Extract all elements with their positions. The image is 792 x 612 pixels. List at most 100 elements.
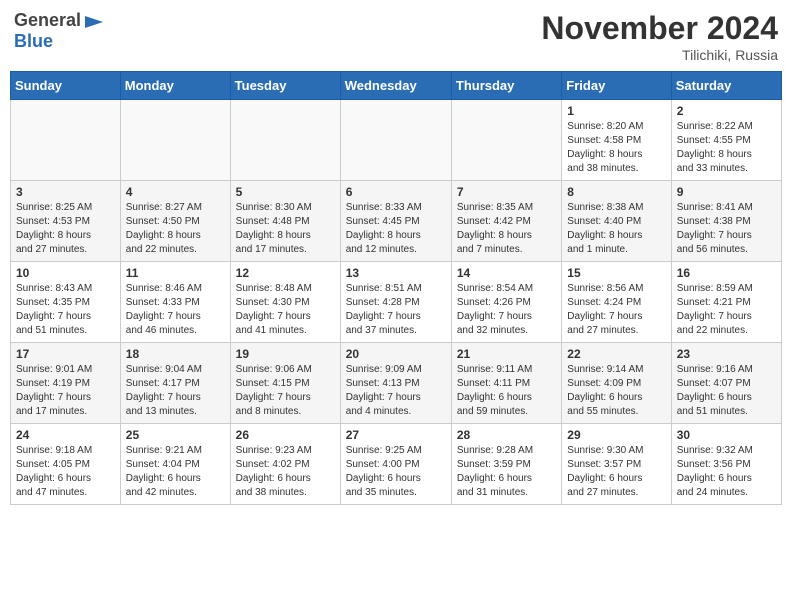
day-info: Sunrise: 8:41 AM Sunset: 4:38 PM Dayligh… (677, 201, 776, 257)
day-info: Sunrise: 9:21 AM Sunset: 4:04 PM Dayligh… (126, 444, 225, 500)
calendar-cell (120, 100, 230, 181)
calendar-cell (451, 100, 561, 181)
day-info: Sunrise: 8:25 AM Sunset: 4:53 PM Dayligh… (16, 201, 115, 257)
logo-text: General Blue (14, 10, 81, 52)
day-number: 18 (126, 347, 225, 361)
day-info: Sunrise: 9:04 AM Sunset: 4:17 PM Dayligh… (126, 363, 225, 419)
day-info: Sunrise: 8:30 AM Sunset: 4:48 PM Dayligh… (236, 201, 335, 257)
calendar-week-5: 24 Sunrise: 9:18 AM Sunset: 4:05 PM Dayli… (11, 424, 782, 505)
day-number: 16 (677, 266, 776, 280)
day-number: 29 (567, 428, 665, 442)
calendar-cell: 20Sunrise: 9:09 AM Sunset: 4:13 PM Dayli… (340, 343, 451, 424)
logo-general: General (14, 10, 81, 31)
calendar-cell: 1Sunrise: 8:20 AM Sunset: 4:58 PM Daylig… (562, 100, 671, 181)
day-info: Sunrise: 9:23 AM Sunset: 4:02 PM Dayligh… (236, 444, 335, 500)
day-number: 23 (677, 347, 776, 361)
weekday-row: SundayMondayTuesdayWednesdayThursdayFrid… (11, 72, 782, 100)
day-info: Sunrise: 9:11 AM Sunset: 4:11 PM Dayligh… (457, 363, 556, 419)
day-info: Sunrise: 8:54 AM Sunset: 4:26 PM Dayligh… (457, 282, 556, 338)
day-number: 11 (126, 266, 225, 280)
calendar-week-2: 3 Sunrise: 8:25 AM Sunset: 4:53 PM Daylig… (11, 181, 782, 262)
calendar-cell: 9 Sunrise: 8:41 AM Sunset: 4:38 PM Daylig… (671, 181, 781, 262)
calendar-cell: 11 Sunrise: 8:46 AM Sunset: 4:33 PM Dayli… (120, 262, 230, 343)
calendar-cell: 19 Sunrise: 9:06 AM Sunset: 4:15 PM Dayli… (230, 343, 340, 424)
day-number: 28 (457, 428, 556, 442)
calendar-cell: 12 Sunrise: 8:48 AM Sunset: 4:30 PM Dayli… (230, 262, 340, 343)
day-number: 6 (346, 185, 446, 199)
calendar-cell: 2Sunrise: 8:22 AM Sunset: 4:55 PM Daylig… (671, 100, 781, 181)
page-header: General Blue November 2024 Tilichiki, Ru… (10, 10, 782, 63)
calendar-week-3: 10 Sunrise: 8:43 AM Sunset: 4:35 PM Dayli… (11, 262, 782, 343)
day-info: Sunrise: 8:59 AM Sunset: 4:21 PM Dayligh… (677, 282, 776, 338)
day-info: Sunrise: 8:27 AM Sunset: 4:50 PM Dayligh… (126, 201, 225, 257)
calendar-cell: 26 Sunrise: 9:23 AM Sunset: 4:02 PM Dayli… (230, 424, 340, 505)
calendar-cell: 10 Sunrise: 8:43 AM Sunset: 4:35 PM Dayli… (11, 262, 121, 343)
day-number: 7 (457, 185, 556, 199)
weekday-header-sunday: Sunday (11, 72, 121, 100)
calendar-cell: 5 Sunrise: 8:30 AM Sunset: 4:48 PM Daylig… (230, 181, 340, 262)
calendar-cell: 3 Sunrise: 8:25 AM Sunset: 4:53 PM Daylig… (11, 181, 121, 262)
day-number: 14 (457, 266, 556, 280)
day-info: Sunrise: 8:46 AM Sunset: 4:33 PM Dayligh… (126, 282, 225, 338)
day-number: 24 (16, 428, 115, 442)
calendar-cell: 4 Sunrise: 8:27 AM Sunset: 4:50 PM Daylig… (120, 181, 230, 262)
calendar-cell: 13Sunrise: 8:51 AM Sunset: 4:28 PM Dayli… (340, 262, 451, 343)
day-number: 17 (16, 347, 115, 361)
day-info: Sunrise: 8:33 AM Sunset: 4:45 PM Dayligh… (346, 201, 446, 257)
calendar-cell: 8Sunrise: 8:38 AM Sunset: 4:40 PM Daylig… (562, 181, 671, 262)
day-number: 27 (346, 428, 446, 442)
weekday-header-thursday: Thursday (451, 72, 561, 100)
day-info: Sunrise: 9:06 AM Sunset: 4:15 PM Dayligh… (236, 363, 335, 419)
day-info: Sunrise: 9:18 AM Sunset: 4:05 PM Dayligh… (16, 444, 115, 500)
day-info: Sunrise: 8:20 AM Sunset: 4:58 PM Dayligh… (567, 120, 665, 176)
day-info: Sunrise: 8:48 AM Sunset: 4:30 PM Dayligh… (236, 282, 335, 338)
day-number: 26 (236, 428, 335, 442)
day-number: 30 (677, 428, 776, 442)
day-info: Sunrise: 8:43 AM Sunset: 4:35 PM Dayligh… (16, 282, 115, 338)
calendar-cell: 15Sunrise: 8:56 AM Sunset: 4:24 PM Dayli… (562, 262, 671, 343)
day-number: 10 (16, 266, 115, 280)
day-number: 4 (126, 185, 225, 199)
day-number: 2 (677, 104, 776, 118)
calendar-cell: 22Sunrise: 9:14 AM Sunset: 4:09 PM Dayli… (562, 343, 671, 424)
calendar-cell: 18 Sunrise: 9:04 AM Sunset: 4:17 PM Dayli… (120, 343, 230, 424)
day-info: Sunrise: 9:30 AM Sunset: 3:57 PM Dayligh… (567, 444, 665, 500)
calendar-cell: 27 Sunrise: 9:25 AM Sunset: 4:00 PM Dayli… (340, 424, 451, 505)
weekday-header-monday: Monday (120, 72, 230, 100)
day-number: 9 (677, 185, 776, 199)
calendar-cell: 23Sunrise: 9:16 AM Sunset: 4:07 PM Dayli… (671, 343, 781, 424)
calendar-cell: 24 Sunrise: 9:18 AM Sunset: 4:05 PM Dayli… (11, 424, 121, 505)
title-block: November 2024 Tilichiki, Russia (541, 10, 778, 63)
weekday-header-wednesday: Wednesday (340, 72, 451, 100)
day-info: Sunrise: 9:09 AM Sunset: 4:13 PM Dayligh… (346, 363, 446, 419)
logo: General Blue (14, 10, 105, 52)
day-info: Sunrise: 8:51 AM Sunset: 4:28 PM Dayligh… (346, 282, 446, 338)
calendar-cell (230, 100, 340, 181)
day-number: 5 (236, 185, 335, 199)
day-number: 3 (16, 185, 115, 199)
calendar-header: SundayMondayTuesdayWednesdayThursdayFrid… (11, 72, 782, 100)
calendar-cell: 29 Sunrise: 9:30 AM Sunset: 3:57 PM Dayli… (562, 424, 671, 505)
calendar-cell: 16 Sunrise: 8:59 AM Sunset: 4:21 PM Dayli… (671, 262, 781, 343)
calendar-cell: 25Sunrise: 9:21 AM Sunset: 4:04 PM Dayli… (120, 424, 230, 505)
weekday-header-saturday: Saturday (671, 72, 781, 100)
day-number: 12 (236, 266, 335, 280)
calendar-cell: 21Sunrise: 9:11 AM Sunset: 4:11 PM Dayli… (451, 343, 561, 424)
calendar-cell (340, 100, 451, 181)
day-info: Sunrise: 9:32 AM Sunset: 3:56 PM Dayligh… (677, 444, 776, 500)
calendar-cell: 7 Sunrise: 8:35 AM Sunset: 4:42 PM Daylig… (451, 181, 561, 262)
day-info: Sunrise: 9:14 AM Sunset: 4:09 PM Dayligh… (567, 363, 665, 419)
calendar-cell: 6 Sunrise: 8:33 AM Sunset: 4:45 PM Daylig… (340, 181, 451, 262)
day-info: Sunrise: 9:28 AM Sunset: 3:59 PM Dayligh… (457, 444, 556, 500)
logo-icon (83, 14, 105, 39)
calendar-cell: 30 Sunrise: 9:32 AM Sunset: 3:56 PM Dayli… (671, 424, 781, 505)
calendar-week-4: 17Sunrise: 9:01 AM Sunset: 4:19 PM Dayli… (11, 343, 782, 424)
day-info: Sunrise: 8:35 AM Sunset: 4:42 PM Dayligh… (457, 201, 556, 257)
location: Tilichiki, Russia (541, 47, 778, 63)
day-info: Sunrise: 9:25 AM Sunset: 4:00 PM Dayligh… (346, 444, 446, 500)
logo-blue: Blue (14, 31, 81, 52)
month-title: November 2024 (541, 10, 778, 47)
calendar-cell: 28 Sunrise: 9:28 AM Sunset: 3:59 PM Dayli… (451, 424, 561, 505)
day-number: 19 (236, 347, 335, 361)
day-number: 8 (567, 185, 665, 199)
